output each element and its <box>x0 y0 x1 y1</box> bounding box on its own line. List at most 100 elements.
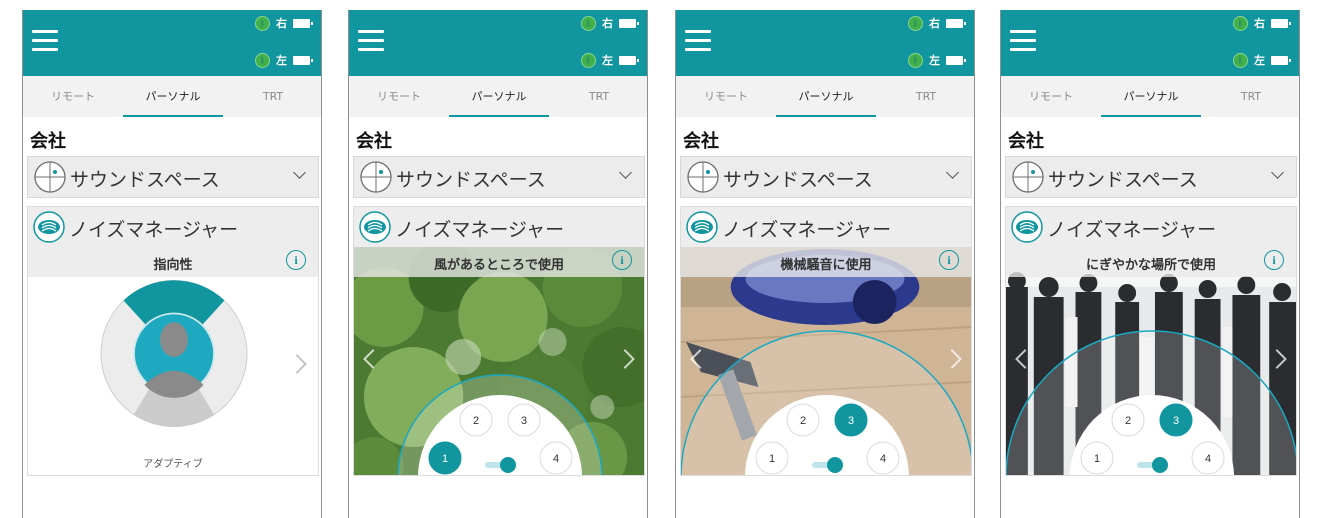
tab-trt[interactable]: TRT <box>549 76 647 117</box>
preset-label: 3 <box>848 415 854 427</box>
phone-screen-wind: ᛒ 右 ᛒ 左 リモート パーソナル TRT 会社 サウンドスペース ノイズマネ… <box>348 10 648 518</box>
preset-label: 1 <box>769 453 775 465</box>
preset-button-4[interactable]: 4 <box>1191 441 1225 475</box>
left-label: 左 <box>602 54 613 67</box>
noise-manager-label: ノイズマネージャー <box>69 219 239 241</box>
noise-manager-icon <box>33 211 65 243</box>
preset-label: 2 <box>800 415 806 427</box>
soundspace-dropdown[interactable]: サウンドスペース <box>27 156 319 198</box>
preset-button-4[interactable]: 4 <box>866 441 900 475</box>
tab-remote[interactable]: リモート <box>349 76 449 117</box>
directional-dial[interactable] <box>28 277 319 476</box>
left-device-status: ᛒ 左 <box>255 52 313 68</box>
info-icon[interactable]: i <box>1264 250 1284 270</box>
preset-button-2[interactable]: 2 <box>786 403 820 437</box>
mode-title: にぎやかな場所で使用 <box>1085 258 1216 273</box>
battery-icon <box>1271 55 1291 65</box>
bluetooth-icon: ᛒ <box>1233 52 1248 68</box>
bluetooth-icon: ᛒ <box>581 52 596 68</box>
preset-dial: 1 2 3 4 <box>1006 330 1296 475</box>
info-icon[interactable]: i <box>612 250 632 270</box>
noise-manager-icon <box>359 211 391 243</box>
right-label: 右 <box>1254 17 1265 30</box>
preset-button-1[interactable]: 1 <box>1080 441 1114 475</box>
mode-title-bar: 指向性 i <box>28 247 318 277</box>
preset-button-3[interactable]: 3 <box>834 403 868 437</box>
tab-bar: リモート パーソナル TRT <box>676 76 974 117</box>
battery-icon <box>293 55 313 65</box>
battery-icon <box>619 18 639 28</box>
tab-trt[interactable]: TRT <box>223 76 321 117</box>
bluetooth-icon: ᛒ <box>908 52 923 68</box>
left-label: 左 <box>929 54 940 67</box>
tab-personal[interactable]: パーソナル <box>449 76 549 117</box>
below-panel-space <box>23 476 321 518</box>
menu-icon[interactable] <box>685 30 711 52</box>
noise-manager-icon <box>1011 211 1043 243</box>
phone-screen-directional: ᛒ 右 ᛒ 左 リモート パーソナル TRT 会社 サウンドスペース ノイズマネ… <box>22 10 322 518</box>
soundspace-label: サウンドスペース <box>70 169 220 191</box>
mode-title-bar: にぎやかな場所で使用 i <box>1006 247 1296 277</box>
preset-button-2[interactable]: 2 <box>1111 403 1145 437</box>
tab-remote[interactable]: リモート <box>1001 76 1101 117</box>
preset-button-1[interactable]: 1 <box>428 441 462 475</box>
tab-trt[interactable]: TRT <box>1201 76 1299 117</box>
tab-personal[interactable]: パーソナル <box>123 76 223 117</box>
menu-icon[interactable] <box>1010 30 1036 52</box>
soundspace-icon <box>360 161 392 193</box>
strength-slider-handle[interactable] <box>1152 457 1168 473</box>
preset-button-3[interactable]: 3 <box>507 403 541 437</box>
noise-manager-header: ノイズマネージャー <box>28 207 318 247</box>
battery-icon <box>619 55 639 65</box>
chevron-down-icon[interactable] <box>293 166 306 179</box>
mode-title: 指向性 <box>153 258 193 273</box>
soundspace-dropdown[interactable]: サウンドスペース <box>680 156 972 198</box>
preset-label: 1 <box>1094 453 1100 465</box>
preset-label: 4 <box>553 453 559 465</box>
bluetooth-icon: ᛒ <box>908 15 923 31</box>
preset-label: 4 <box>1205 453 1211 465</box>
below-panel-space <box>349 476 647 518</box>
chevron-down-icon[interactable] <box>946 166 959 179</box>
left-device-status: ᛒ 左 <box>908 52 966 68</box>
right-device-status: ᛒ 右 <box>581 15 639 31</box>
strength-slider-handle[interactable] <box>500 457 516 473</box>
tab-personal[interactable]: パーソナル <box>1101 76 1201 117</box>
noise-manager-panel: ノイズマネージャー 指向性 i アダプティブ <box>27 206 319 476</box>
strength-slider-handle[interactable] <box>827 457 843 473</box>
tab-remote[interactable]: リモート <box>23 76 123 117</box>
preset-button-2[interactable]: 2 <box>459 403 493 437</box>
mode-title: 機械騒音に使用 <box>780 258 872 273</box>
tab-personal[interactable]: パーソナル <box>776 76 876 117</box>
soundspace-label: サウンドスペース <box>1048 169 1198 191</box>
soundspace-label: サウンドスペース <box>396 169 546 191</box>
left-device-status: ᛒ 左 <box>1233 52 1291 68</box>
tab-trt[interactable]: TRT <box>876 76 974 117</box>
battery-icon <box>946 55 966 65</box>
menu-icon[interactable] <box>358 30 384 52</box>
right-label: 右 <box>602 17 613 30</box>
preset-button-1[interactable]: 1 <box>755 441 789 475</box>
program-title: 会社 <box>356 131 392 152</box>
preset-button-4[interactable]: 4 <box>539 441 573 475</box>
chevron-down-icon[interactable] <box>619 166 632 179</box>
soundspace-dropdown[interactable]: サウンドスペース <box>1005 156 1297 198</box>
app-bar: ᛒ 右 ᛒ 左 <box>1001 10 1299 76</box>
chevron-down-icon[interactable] <box>1271 166 1284 179</box>
menu-icon[interactable] <box>32 30 58 52</box>
noise-manager-header: ノイズマネージャー <box>1006 207 1296 247</box>
right-label: 右 <box>929 17 940 30</box>
soundspace-icon <box>1012 161 1044 193</box>
preset-button-3[interactable]: 3 <box>1159 403 1193 437</box>
tab-remote[interactable]: リモート <box>676 76 776 117</box>
info-icon[interactable]: i <box>939 250 959 270</box>
right-label: 右 <box>276 17 287 30</box>
phone-screen-busy-place: ᛒ 右 ᛒ 左 リモート パーソナル TRT 会社 サウンドスペース ノイズマネ… <box>1000 10 1300 518</box>
preset-dial: 1 2 3 4 <box>397 374 603 475</box>
preset-label: 1 <box>442 453 448 465</box>
info-icon[interactable]: i <box>286 250 306 270</box>
tab-bar: リモート パーソナル TRT <box>349 76 647 117</box>
soundspace-dropdown[interactable]: サウンドスペース <box>353 156 645 198</box>
program-title: 会社 <box>683 131 719 152</box>
bluetooth-icon: ᛒ <box>1233 15 1248 31</box>
